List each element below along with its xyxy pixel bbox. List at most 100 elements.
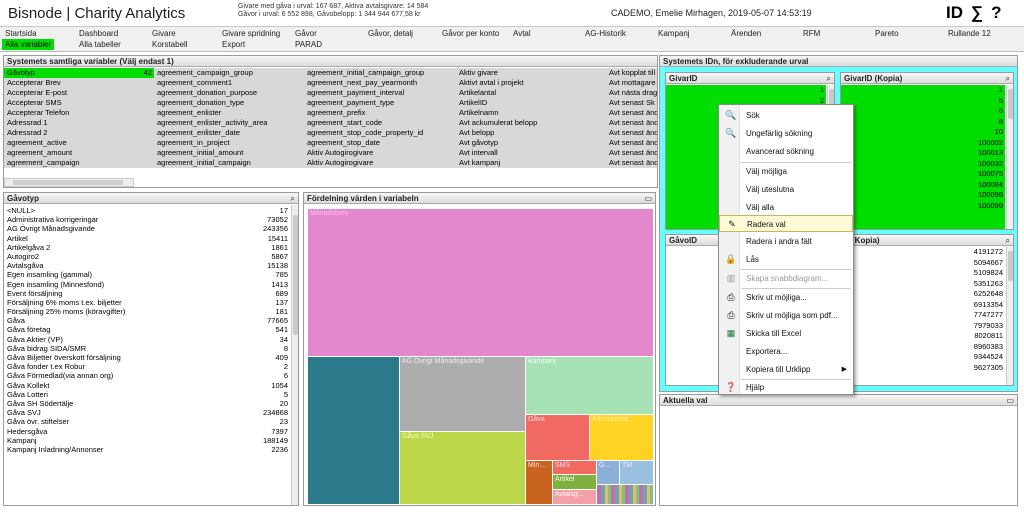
gavotyp-row[interactable]: Gåva Förmedlad(via annan org) 6 xyxy=(4,371,290,380)
tab-alla-variabler[interactable]: Alla variabler xyxy=(2,39,55,50)
treemap-cell-sms[interactable]: SMS xyxy=(553,461,596,474)
variable-item[interactable]: Avt gåvotyp xyxy=(456,138,606,148)
treemap-cell-g[interactable]: G... xyxy=(597,461,619,484)
variable-item[interactable]: agreement_initial_campaign_group xyxy=(304,68,456,78)
id-row[interactable]: 100002 xyxy=(841,138,1005,149)
tab-ag-historik[interactable]: AG-Historik xyxy=(582,28,629,39)
id-row[interactable]: 5 xyxy=(841,96,1005,107)
variable-item[interactable]: Aktivt avtal i projekt xyxy=(456,78,606,88)
variable-item[interactable]: Avt senast änd xyxy=(606,128,657,138)
tab-givare[interactable]: Givare xyxy=(149,28,179,39)
variable-item[interactable]: agreement_enlister_date xyxy=(154,128,304,138)
variable-item[interactable]: Avt kampanj xyxy=(456,158,606,168)
variable-item[interactable]: Accepterar Telefon xyxy=(4,108,154,118)
id-row[interactable]: 8 xyxy=(841,117,1005,128)
variable-item[interactable]: Aktiv givare xyxy=(456,68,606,78)
treemap-cell-gava-svj[interactable]: Gåva SVJ xyxy=(400,432,525,504)
menu-item-radera-i-andra-falt[interactable]: Radera i andra fält xyxy=(719,233,853,250)
gavotyp-row[interactable]: Administrativa korrigeringar 73052 xyxy=(4,215,290,224)
variable-item[interactable]: Aktiv Autogirogivare xyxy=(304,158,456,168)
variable-item[interactable]: ArtikelID xyxy=(456,98,606,108)
variable-item[interactable]: agreement_enlister xyxy=(154,108,304,118)
tab-pareto[interactable]: Pareto xyxy=(872,28,902,39)
id-row[interactable]: 100013 xyxy=(841,148,1005,159)
gavotyp-row[interactable]: Egen insamling (gammal) 785 xyxy=(4,270,290,279)
variable-item[interactable]: Adressrad 1 xyxy=(4,118,154,128)
menu-item-ungefarlig-sokning[interactable]: 🔍 Ungefärlig sökning xyxy=(719,125,853,142)
tab-startsida[interactable]: Startsida xyxy=(2,28,40,39)
help-icon[interactable]: ? xyxy=(991,3,1001,22)
variable-item[interactable]: agreement_stop_code_property_id xyxy=(304,128,456,138)
id-row[interactable]: 5351263 xyxy=(841,279,1005,290)
gavotyp-row[interactable]: Kampanj Inladning/Annonser 2236 xyxy=(4,445,290,454)
tab-rullande-12[interactable]: Rullande 12 xyxy=(945,28,994,39)
treemap-cell-avtalsgava[interactable]: Avtalsg... xyxy=(553,490,596,504)
gavoid-kopia-scrollbar[interactable] xyxy=(1006,247,1013,385)
tab-arenden[interactable]: Ärenden xyxy=(728,28,764,39)
menu-item-skriv-ut-pdf[interactable]: ⎙ Skriv ut möjliga som pdf... xyxy=(719,307,853,324)
variable-item[interactable]: agreement_payment_type xyxy=(304,98,456,108)
id-row[interactable]: 9344524 xyxy=(841,352,1005,363)
givarid-kopia-list[interactable]: 1 5 6 8 10 100002 100013 100032 100075 100084 1000… xyxy=(841,85,1005,229)
gavotyp-row[interactable]: Artikelgåva 2 1861 xyxy=(4,243,290,252)
search-icon[interactable]: ⌕ xyxy=(1006,235,1010,246)
gavotyp-row[interactable]: Gåva Biljetter överskott försäljning 409 xyxy=(4,353,290,362)
variable-item[interactable]: agreement_payment_interval xyxy=(304,88,456,98)
gavotyp-row[interactable]: Gåva fonder t.ex Robur 2 xyxy=(4,362,290,371)
gavotyp-scrollbar[interactable] xyxy=(291,205,298,505)
menu-item-hjalp[interactable]: ❓ Hjälp xyxy=(719,379,853,396)
variable-item[interactable]: Avt senast Sk xyxy=(606,98,657,108)
treemap-cell-min[interactable]: Min... xyxy=(526,461,552,504)
tab-korstabell[interactable]: Korstabell xyxy=(149,39,191,50)
variable-item[interactable]: agreement_campaign_group xyxy=(154,68,304,78)
id-row[interactable]: 1 xyxy=(666,85,826,96)
gavotyp-row[interactable]: AG Övrigt Månadsgivande 243356 xyxy=(4,224,290,233)
maximize-icon[interactable]: ▭ xyxy=(1006,395,1014,406)
tab-rfm[interactable]: RFM xyxy=(800,28,823,39)
variable-item[interactable]: agreement_active xyxy=(4,138,154,148)
id-row[interactable]: 4191272 xyxy=(841,247,1005,258)
gavotyp-row[interactable]: Egen insamling (Minnesfond) 1413 xyxy=(4,280,290,289)
tab-givare-spridning[interactable]: Givare spridning xyxy=(219,28,283,39)
gavotyp-row[interactable]: Gåva 77665 xyxy=(4,316,290,325)
id-row[interactable]: 8020811 xyxy=(841,331,1005,342)
treemap-cell-artikel[interactable]: Artikel xyxy=(553,475,596,489)
horizontal-scrollbar[interactable] xyxy=(4,178,134,187)
variable-item[interactable]: Avt senast änd xyxy=(606,148,657,158)
variable-item[interactable]: agreement_stop_date xyxy=(304,138,456,148)
treemap-cell-ag-ovrigt[interactable]: AG Övrigt Månadsgivande xyxy=(400,357,525,431)
id-row[interactable]: 9627305 xyxy=(841,363,1005,374)
gavotyp-row[interactable]: Gåva SH Södertälje 20 xyxy=(4,399,290,408)
variable-item[interactable]: Aktiv Autogirogivare xyxy=(304,148,456,158)
menu-item-radera-val[interactable]: ✎ Radera val xyxy=(719,215,853,232)
gavotyp-row[interactable]: Gåva företag 541 xyxy=(4,325,290,334)
id-row[interactable]: 7747277 xyxy=(841,310,1005,321)
id-row[interactable]: 100084 xyxy=(841,180,1005,191)
gavotyp-row[interactable]: Avtalsgåva 15138 xyxy=(4,261,290,270)
variable-item[interactable]: Avt mottagare xyxy=(606,78,657,88)
variable-item[interactable]: agreement_comment1 xyxy=(154,78,304,88)
id-row[interactable]: 5109824 xyxy=(841,268,1005,279)
variable-item[interactable]: agreement_campaign xyxy=(4,158,154,168)
search-icon[interactable]: ⌕ xyxy=(291,193,295,204)
tab-export[interactable]: Export xyxy=(219,39,248,50)
variable-item[interactable]: Avt ackumulerat belopp xyxy=(456,118,606,128)
gavoid-kopia-list[interactable]: 4191272 5094667 5109824 5351263 6252648 69133… xyxy=(841,247,1005,385)
gavotyp-row[interactable]: Försäljning 6% moms t.ex. biljetter 137 xyxy=(4,298,290,307)
maximize-icon[interactable]: ▭ xyxy=(644,193,652,204)
id-row[interactable]: 1 xyxy=(841,85,1005,96)
id-row[interactable]: 100098 xyxy=(841,190,1005,201)
gavotyp-row[interactable]: Autogiro2 5867 xyxy=(4,252,290,261)
variable-item[interactable]: Accepterar E-post xyxy=(4,88,154,98)
variable-item[interactable]: agreement_enlister_activity_area xyxy=(154,118,304,128)
variable-item[interactable]: Adressrad 2 xyxy=(4,128,154,138)
variable-item[interactable]: Avt senast änd xyxy=(606,158,657,168)
tab-avtal[interactable]: Avtal xyxy=(510,28,534,39)
variable-item[interactable]: Avt nästa drag xyxy=(606,88,657,98)
id-row[interactable]: 100099 xyxy=(841,201,1005,212)
treemap-chart[interactable]: Månadsbrev AG Övrigt Månadsgivande Kampa… xyxy=(308,209,653,504)
tab-dashboard[interactable]: Dashboard xyxy=(76,28,121,39)
menu-item-sok[interactable]: 🔍 Sök xyxy=(719,107,853,124)
variable-item[interactable]: Accepterar SMS xyxy=(4,98,154,108)
id-row[interactable]: 8960383 xyxy=(841,342,1005,353)
